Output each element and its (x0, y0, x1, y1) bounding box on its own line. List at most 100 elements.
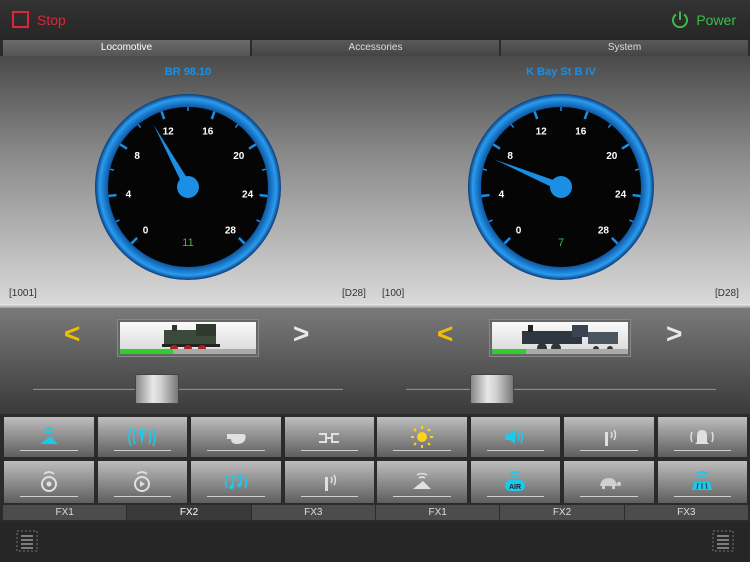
fx-button-wheel-sound[interactable] (3, 460, 95, 504)
function-grid-right: AIR (376, 416, 748, 504)
antenna-icon (604, 429, 616, 446)
bell-icon (690, 430, 714, 444)
loco-name-right: K Bay St B IV (526, 66, 596, 78)
gauge-tick (261, 168, 267, 171)
loco-name-left: BR 98.10 (164, 66, 212, 78)
station-sound-icon (692, 471, 713, 490)
decoder-left: [D28] (342, 288, 366, 299)
loco-image-right[interactable] (489, 319, 631, 357)
speedometer-left: 0 4 8 12 16 20 24 28 11 (95, 94, 281, 280)
gauge-tick-label: 12 (536, 126, 548, 137)
decoder-right: [D28] (715, 288, 739, 299)
tab-system[interactable]: System (501, 40, 748, 56)
fx-button-whistle[interactable] (190, 416, 282, 458)
gauge-tick-label: 16 (202, 126, 214, 137)
fx-button-antenna[interactable] (563, 416, 655, 458)
speedometer-right: 0 4 8 12 16 20 24 28 7 (468, 94, 654, 280)
gauge-hub (177, 176, 199, 198)
wheel-sound-icon (40, 471, 57, 492)
fx1-tab-left[interactable]: FX1 (3, 505, 127, 520)
fx-button-air[interactable]: AIR (469, 460, 561, 504)
gauge-tick (481, 193, 490, 198)
fx-tabs-left: FX1 FX2 FX3 (3, 505, 375, 520)
power-button[interactable]: Power (670, 10, 736, 30)
prev-loco-button-right[interactable]: < (437, 318, 453, 350)
antenna-icon (325, 474, 337, 491)
list-icon[interactable] (712, 530, 734, 552)
fx3-tab-left[interactable]: FX3 (251, 505, 375, 520)
gauge-hub (550, 176, 572, 198)
gauge-tick-label: 4 (126, 190, 132, 201)
gauge-tick-label: 8 (134, 151, 140, 162)
gauge-tick (259, 193, 268, 198)
stop-button[interactable]: Stop (12, 11, 66, 28)
gauge-panel: BR 98.10 K Bay St B IV 0 4 8 12 16 20 24 28 11 0… (0, 56, 750, 304)
coupler-icon (319, 433, 340, 443)
fx2-tab-left[interactable]: FX2 (127, 505, 251, 520)
fx-button-bell[interactable] (656, 416, 748, 458)
prev-loco-button-left[interactable]: < (64, 318, 80, 350)
address-left: [1001] (9, 288, 37, 299)
stop-label: Stop (37, 11, 66, 28)
fx1-tab-right[interactable]: FX1 (376, 505, 500, 520)
fx-button-music[interactable] (190, 460, 282, 504)
gauge-tick-label: 12 (163, 126, 175, 137)
gauge-tick (632, 193, 641, 198)
gauge-tick-label: 24 (242, 190, 254, 201)
fx-button-turtle[interactable] (563, 460, 655, 504)
gauge-tick-label: 16 (575, 126, 587, 137)
gauge-tick-label: 0 (143, 225, 149, 236)
fx-button-track-light[interactable] (376, 460, 468, 504)
gauge-tick-label: 8 (507, 151, 513, 162)
tab-accessories[interactable]: Accessories (252, 40, 499, 56)
fx-button-coupler[interactable] (283, 416, 375, 458)
throttle-track-right (406, 388, 716, 390)
fx-button-track-light[interactable] (3, 416, 95, 458)
throttle-slider-right[interactable] (470, 374, 514, 404)
stop-icon (12, 11, 29, 28)
fx-button-sound[interactable] (469, 416, 561, 458)
svg-text:AIR: AIR (509, 484, 521, 491)
speaker-icon (505, 430, 524, 444)
speed-bar-right (492, 349, 526, 354)
whistle-icon (226, 434, 246, 444)
loco-image-left[interactable] (117, 319, 259, 357)
power-icon (672, 11, 689, 29)
turtle-icon (599, 478, 621, 489)
address-right: [100] (382, 288, 405, 299)
gauge-tick-label: 20 (233, 151, 245, 162)
gauge-speed-value: 7 (558, 237, 564, 249)
gauge-tick (634, 168, 640, 171)
gauge-speed-value: 11 (182, 237, 193, 249)
fx-button-brake-sound[interactable] (96, 460, 188, 504)
throttle-panel: < > < > (0, 308, 750, 414)
bottom-bar (0, 522, 750, 562)
gauge-tick-label: 0 (516, 225, 522, 236)
list-icon[interactable] (16, 530, 38, 552)
gauge-tick (482, 168, 488, 171)
fx-button-horn-signal[interactable] (96, 416, 188, 458)
next-loco-button-left[interactable]: > (293, 318, 309, 350)
next-loco-button-right[interactable]: > (666, 318, 682, 350)
music-note-icon (224, 473, 248, 490)
brake-sound-icon (134, 471, 151, 492)
throttle-slider-left[interactable] (135, 374, 179, 404)
fx-button-headlight[interactable] (376, 416, 468, 458)
track-light-icon (39, 427, 58, 444)
function-grid-left (3, 416, 375, 504)
gauge-tick-label: 28 (598, 225, 610, 236)
gauge-tick-label: 24 (615, 190, 627, 201)
fx-tabs-right: FX1 FX2 FX3 (376, 505, 748, 520)
fx-button-antenna[interactable] (283, 460, 375, 504)
fx-button-station-sound[interactable] (656, 460, 748, 504)
speed-bar-left (120, 349, 174, 354)
power-label: Power (696, 12, 736, 28)
top-bar: Stop Power (0, 0, 750, 40)
fx2-tab-right[interactable]: FX2 (500, 505, 624, 520)
track-light-icon (412, 472, 431, 489)
horn-signal-icon (128, 427, 157, 447)
air-icon: AIR (505, 471, 526, 491)
main-tabs: Locomotive Accessories System (3, 40, 748, 56)
fx3-tab-right[interactable]: FX3 (624, 505, 748, 520)
tab-locomotive[interactable]: Locomotive (3, 40, 250, 56)
